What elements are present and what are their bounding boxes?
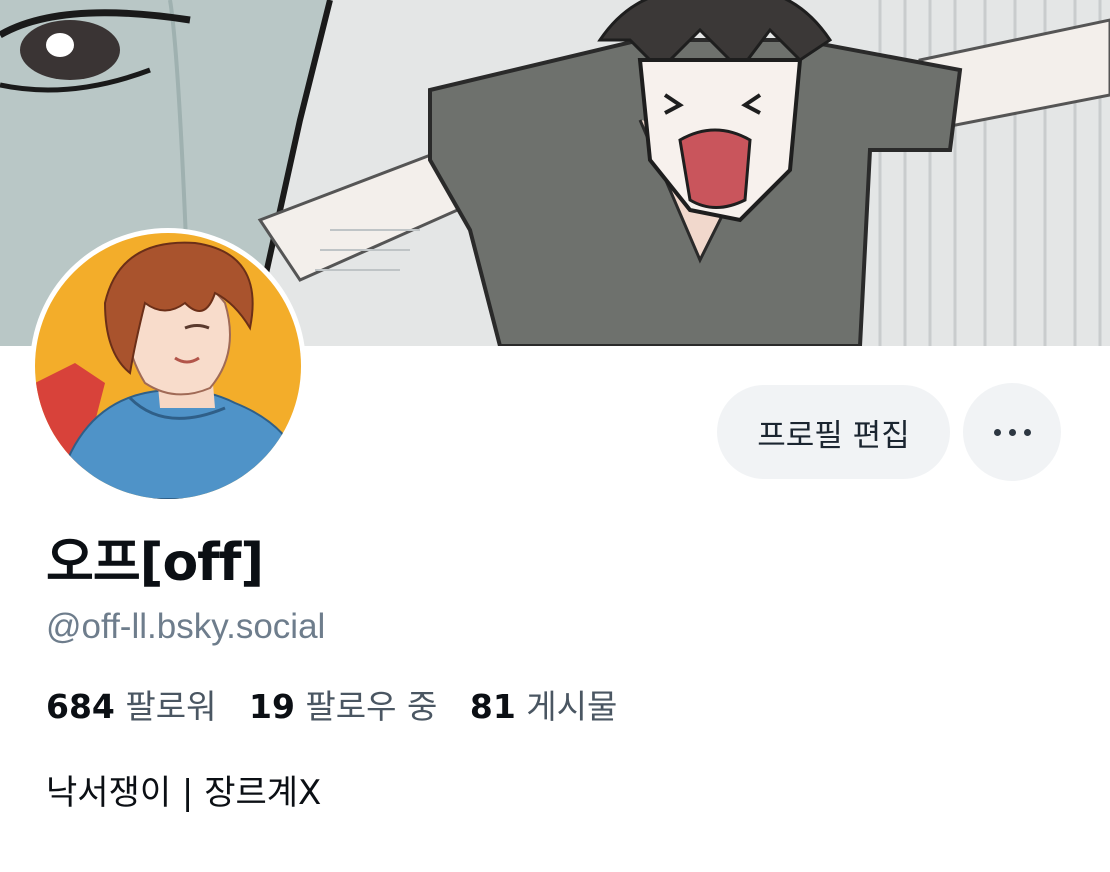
profile-bio: 낙서쟁이 | 장르계X [46, 773, 322, 813]
edit-profile-button[interactable]: 프로필 편집 [717, 385, 950, 479]
posts-label: 게시물 [526, 687, 618, 726]
avatar-illustration [35, 233, 301, 499]
posts-count: 81 [469, 687, 516, 726]
following-stat[interactable]: 19 팔로우 중 [249, 687, 448, 726]
posts-stat: 81 게시물 [470, 687, 618, 726]
more-options-button[interactable] [963, 383, 1061, 481]
avatar[interactable] [30, 228, 306, 504]
profile-stats: 684 팔로워 19 팔로우 중 81 게시물 [46, 680, 639, 728]
followers-stat[interactable]: 684 팔로워 [46, 687, 227, 726]
followers-count: 684 [46, 687, 115, 726]
following-count: 19 [248, 687, 295, 726]
ellipsis-icon [990, 423, 1035, 441]
followers-label: 팔로워 [125, 687, 217, 726]
profile-handle: @off-ll.bsky.social [46, 607, 326, 646]
display-name: 오프[off] [46, 533, 264, 593]
following-label: 팔로우 중 [305, 687, 438, 726]
